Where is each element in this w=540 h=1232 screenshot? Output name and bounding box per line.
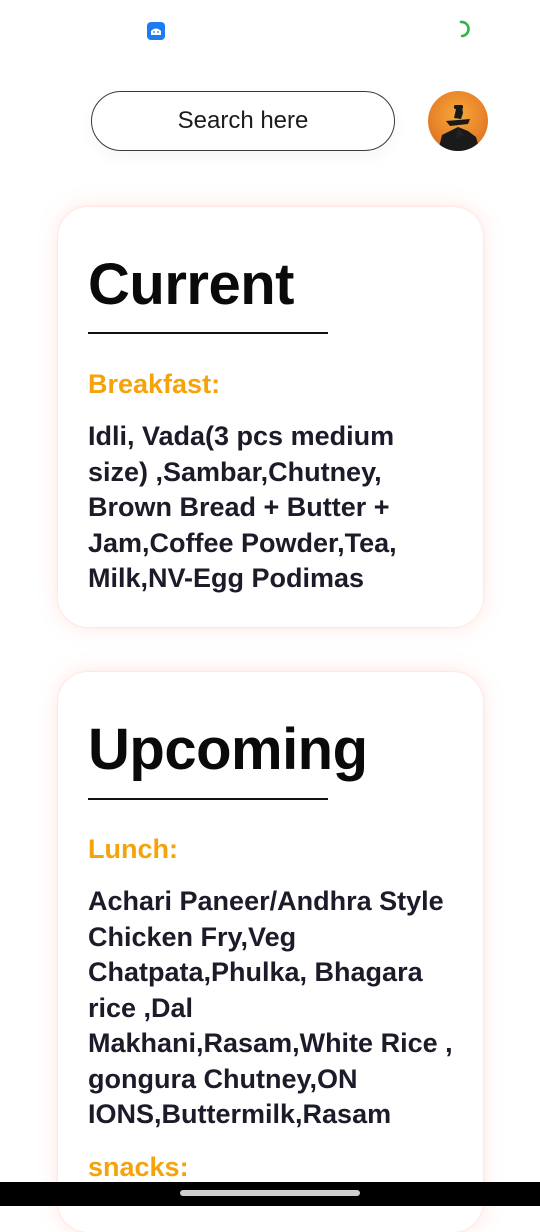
home-gesture-handle[interactable] [180, 1190, 360, 1196]
breakfast-items: Idli, Vada(3 pcs medium size) ,Sambar,Ch… [88, 421, 397, 593]
navigation-bar [0, 1182, 540, 1206]
divider [88, 798, 328, 800]
lunch-label: Lunch: [88, 834, 178, 864]
upcoming-meal-card: Upcoming Lunch: Achari Paneer/Andhra Sty… [58, 672, 483, 1232]
snacks-label: snacks: [88, 1152, 189, 1182]
current-meal-card: Current Breakfast: Idli, Vada(3 pcs medi… [58, 207, 483, 627]
search-input[interactable]: Search here [91, 91, 395, 151]
profile-avatar[interactable] [428, 91, 488, 151]
header: Search here [0, 80, 540, 170]
current-title: Current [88, 252, 294, 317]
status-bar [0, 0, 540, 60]
breakfast-label: Breakfast: [88, 369, 221, 399]
divider [88, 332, 328, 334]
upcoming-title: Upcoming [88, 717, 368, 782]
lunch-items: Achari Paneer/Andhra Style Chicken Fry,V… [88, 886, 453, 1129]
loading-spinner-icon [452, 20, 470, 38]
app-notification-icon [147, 22, 165, 40]
